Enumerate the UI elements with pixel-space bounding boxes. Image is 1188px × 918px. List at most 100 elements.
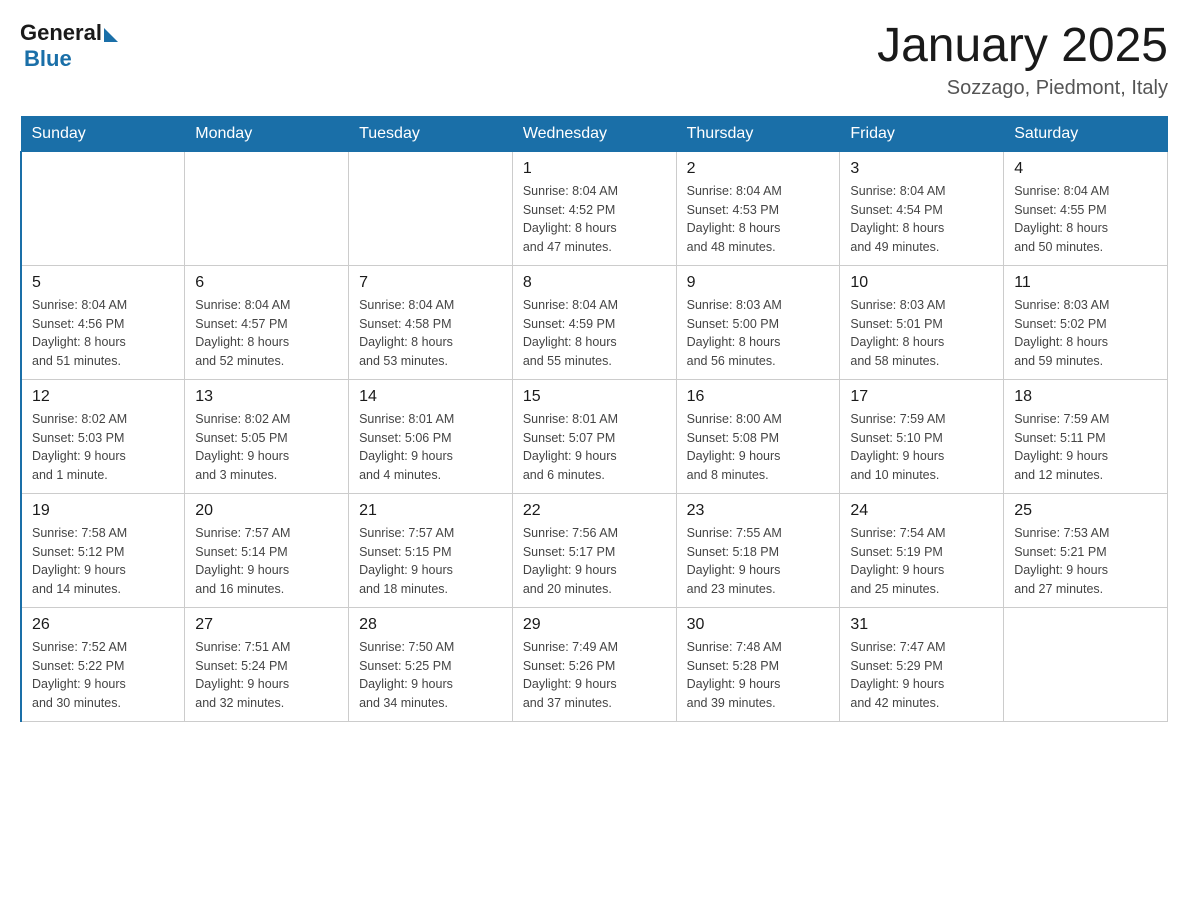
calendar-cell: 31 Sunrise: 7:47 AMSunset: 5:29 PMDayligh… bbox=[840, 607, 1004, 721]
week-row-4: 26 Sunrise: 7:52 AMSunset: 5:22 PMDayligh… bbox=[21, 607, 1168, 721]
day-info: Sunrise: 7:48 AMSunset: 5:28 PMDaylight:… bbox=[687, 638, 830, 713]
day-info: Sunrise: 8:02 AMSunset: 5:05 PMDaylight:… bbox=[195, 410, 338, 485]
calendar-cell: 26 Sunrise: 7:52 AMSunset: 5:22 PMDayligh… bbox=[21, 607, 185, 721]
day-number: 21 bbox=[359, 502, 502, 520]
calendar-cell: 21 Sunrise: 7:57 AMSunset: 5:15 PMDayligh… bbox=[349, 493, 513, 607]
day-number: 2 bbox=[687, 160, 830, 178]
day-info: Sunrise: 8:03 AMSunset: 5:02 PMDaylight:… bbox=[1014, 296, 1157, 371]
calendar-cell: 4 Sunrise: 8:04 AMSunset: 4:55 PMDaylight… bbox=[1004, 151, 1168, 265]
logo-arrow-icon bbox=[104, 28, 118, 42]
weekday-header-thursday: Thursday bbox=[676, 116, 840, 151]
day-info: Sunrise: 8:01 AMSunset: 5:07 PMDaylight:… bbox=[523, 410, 666, 485]
day-info: Sunrise: 7:53 AMSunset: 5:21 PMDaylight:… bbox=[1014, 524, 1157, 599]
day-info: Sunrise: 7:52 AMSunset: 5:22 PMDaylight:… bbox=[32, 638, 174, 713]
day-info: Sunrise: 7:57 AMSunset: 5:15 PMDaylight:… bbox=[359, 524, 502, 599]
day-info: Sunrise: 7:59 AMSunset: 5:11 PMDaylight:… bbox=[1014, 410, 1157, 485]
day-number: 30 bbox=[687, 616, 830, 634]
day-number: 5 bbox=[32, 274, 174, 292]
day-info: Sunrise: 8:03 AMSunset: 5:01 PMDaylight:… bbox=[850, 296, 993, 371]
day-info: Sunrise: 8:04 AMSunset: 4:54 PMDaylight:… bbox=[850, 182, 993, 257]
day-info: Sunrise: 8:04 AMSunset: 4:56 PMDaylight:… bbox=[32, 296, 174, 371]
day-number: 31 bbox=[850, 616, 993, 634]
calendar-table: SundayMondayTuesdayWednesdayThursdayFrid… bbox=[20, 116, 1168, 722]
calendar-cell bbox=[21, 151, 185, 265]
calendar-cell: 28Sunrise: 7:50 AMSunset: 5:25 PMDayligh… bbox=[349, 607, 513, 721]
header: General Blue January 2025 Sozzago, Piedm… bbox=[20, 20, 1168, 100]
calendar-cell: 29Sunrise: 7:49 AMSunset: 5:26 PMDayligh… bbox=[512, 607, 676, 721]
day-info: Sunrise: 8:00 AMSunset: 5:08 PMDaylight:… bbox=[687, 410, 830, 485]
day-info: Sunrise: 7:56 AMSunset: 5:17 PMDaylight:… bbox=[523, 524, 666, 599]
day-number: 4 bbox=[1014, 160, 1157, 178]
day-info: Sunrise: 7:50 AMSunset: 5:25 PMDaylight:… bbox=[359, 638, 502, 713]
day-number: 24 bbox=[850, 502, 993, 520]
title-area: January 2025 Sozzago, Piedmont, Italy bbox=[877, 20, 1168, 100]
calendar-cell: 7Sunrise: 8:04 AMSunset: 4:58 PMDaylight… bbox=[349, 265, 513, 379]
week-row-2: 12 Sunrise: 8:02 AMSunset: 5:03 PMDayligh… bbox=[21, 379, 1168, 493]
calendar-cell: 20 Sunrise: 7:57 AMSunset: 5:14 PMDayligh… bbox=[185, 493, 349, 607]
calendar-cell: 1Sunrise: 8:04 AMSunset: 4:52 PMDaylight… bbox=[512, 151, 676, 265]
weekday-header-sunday: Sunday bbox=[21, 116, 185, 151]
day-info: Sunrise: 8:04 AMSunset: 4:53 PMDaylight:… bbox=[687, 182, 830, 257]
logo-blue-text: Blue bbox=[24, 46, 72, 72]
calendar-cell: 22 Sunrise: 7:56 AMSunset: 5:17 PMDayligh… bbox=[512, 493, 676, 607]
weekday-header-monday: Monday bbox=[185, 116, 349, 151]
day-number: 22 bbox=[523, 502, 666, 520]
day-number: 3 bbox=[850, 160, 993, 178]
day-info: Sunrise: 8:02 AMSunset: 5:03 PMDaylight:… bbox=[32, 410, 174, 485]
day-number: 10 bbox=[850, 274, 993, 292]
calendar-cell: 18 Sunrise: 7:59 AMSunset: 5:11 PMDayligh… bbox=[1004, 379, 1168, 493]
week-row-1: 5 Sunrise: 8:04 AMSunset: 4:56 PMDaylight… bbox=[21, 265, 1168, 379]
day-number: 17 bbox=[850, 388, 993, 406]
calendar-cell: 17 Sunrise: 7:59 AMSunset: 5:10 PMDayligh… bbox=[840, 379, 1004, 493]
weekday-header-tuesday: Tuesday bbox=[349, 116, 513, 151]
day-info: Sunrise: 7:58 AMSunset: 5:12 PMDaylight:… bbox=[32, 524, 174, 599]
weekday-header-wednesday: Wednesday bbox=[512, 116, 676, 151]
calendar-cell: 15 Sunrise: 8:01 AMSunset: 5:07 PMDayligh… bbox=[512, 379, 676, 493]
day-info: Sunrise: 7:59 AMSunset: 5:10 PMDaylight:… bbox=[850, 410, 993, 485]
day-number: 15 bbox=[523, 388, 666, 406]
day-number: 12 bbox=[32, 388, 174, 406]
day-number: 11 bbox=[1014, 274, 1157, 292]
weekday-header-friday: Friday bbox=[840, 116, 1004, 151]
calendar-cell: 14Sunrise: 8:01 AMSunset: 5:06 PMDayligh… bbox=[349, 379, 513, 493]
calendar-cell: 8Sunrise: 8:04 AMSunset: 4:59 PMDaylight… bbox=[512, 265, 676, 379]
calendar-cell: 23Sunrise: 7:55 AMSunset: 5:18 PMDayligh… bbox=[676, 493, 840, 607]
calendar-cell: 30 Sunrise: 7:48 AMSunset: 5:28 PMDayligh… bbox=[676, 607, 840, 721]
day-info: Sunrise: 7:49 AMSunset: 5:26 PMDaylight:… bbox=[523, 638, 666, 713]
calendar-cell bbox=[1004, 607, 1168, 721]
day-info: Sunrise: 8:04 AMSunset: 4:58 PMDaylight:… bbox=[359, 296, 502, 371]
month-title: January 2025 bbox=[877, 20, 1168, 73]
day-number: 9 bbox=[687, 274, 830, 292]
day-number: 20 bbox=[195, 502, 338, 520]
day-info: Sunrise: 8:04 AMSunset: 4:55 PMDaylight:… bbox=[1014, 182, 1157, 257]
day-number: 18 bbox=[1014, 388, 1157, 406]
day-info: Sunrise: 7:54 AMSunset: 5:19 PMDaylight:… bbox=[850, 524, 993, 599]
calendar-cell: 3 Sunrise: 8:04 AMSunset: 4:54 PMDaylight… bbox=[840, 151, 1004, 265]
week-row-3: 19Sunrise: 7:58 AMSunset: 5:12 PMDayligh… bbox=[21, 493, 1168, 607]
day-number: 26 bbox=[32, 616, 174, 634]
calendar-cell: 12 Sunrise: 8:02 AMSunset: 5:03 PMDayligh… bbox=[21, 379, 185, 493]
calendar-cell: 2 Sunrise: 8:04 AMSunset: 4:53 PMDaylight… bbox=[676, 151, 840, 265]
day-info: Sunrise: 7:57 AMSunset: 5:14 PMDaylight:… bbox=[195, 524, 338, 599]
calendar-cell: 13Sunrise: 8:02 AMSunset: 5:05 PMDayligh… bbox=[185, 379, 349, 493]
weekday-header-saturday: Saturday bbox=[1004, 116, 1168, 151]
week-row-0: 1Sunrise: 8:04 AMSunset: 4:52 PMDaylight… bbox=[21, 151, 1168, 265]
day-number: 16 bbox=[687, 388, 830, 406]
calendar-cell: 10 Sunrise: 8:03 AMSunset: 5:01 PMDayligh… bbox=[840, 265, 1004, 379]
day-number: 8 bbox=[523, 274, 666, 292]
day-info: Sunrise: 7:51 AMSunset: 5:24 PMDaylight:… bbox=[195, 638, 338, 713]
day-info: Sunrise: 7:55 AMSunset: 5:18 PMDaylight:… bbox=[687, 524, 830, 599]
day-number: 1 bbox=[523, 160, 666, 178]
day-number: 6 bbox=[195, 274, 338, 292]
calendar-cell bbox=[185, 151, 349, 265]
day-number: 14 bbox=[359, 388, 502, 406]
weekday-header-row: SundayMondayTuesdayWednesdayThursdayFrid… bbox=[21, 116, 1168, 151]
calendar-cell: 6 Sunrise: 8:04 AMSunset: 4:57 PMDaylight… bbox=[185, 265, 349, 379]
day-info: Sunrise: 8:04 AMSunset: 4:57 PMDaylight:… bbox=[195, 296, 338, 371]
calendar-cell: 9Sunrise: 8:03 AMSunset: 5:00 PMDaylight… bbox=[676, 265, 840, 379]
calendar-cell: 19Sunrise: 7:58 AMSunset: 5:12 PMDayligh… bbox=[21, 493, 185, 607]
calendar-cell: 27Sunrise: 7:51 AMSunset: 5:24 PMDayligh… bbox=[185, 607, 349, 721]
calendar-cell: 5 Sunrise: 8:04 AMSunset: 4:56 PMDaylight… bbox=[21, 265, 185, 379]
day-info: Sunrise: 7:47 AMSunset: 5:29 PMDaylight:… bbox=[850, 638, 993, 713]
calendar-cell bbox=[349, 151, 513, 265]
